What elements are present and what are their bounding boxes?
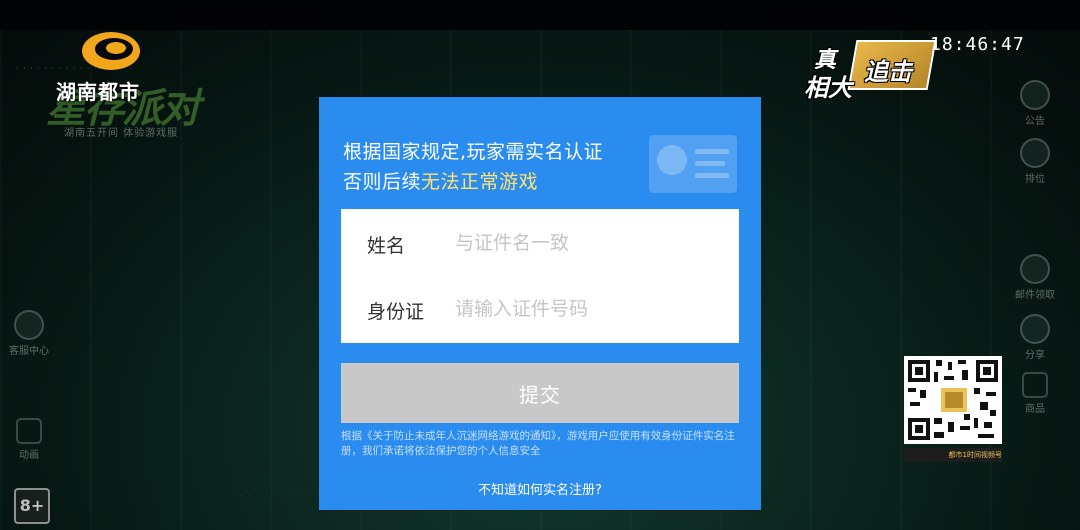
station-emblem-icon [82, 32, 140, 70]
rank-label: 排位 [1025, 174, 1045, 185]
verification-form: 姓名 身份证 [341, 209, 739, 343]
registration-help-link[interactable]: 不知道如何实名注册? [319, 479, 761, 498]
announcement-button[interactable]: 公告 [1010, 80, 1060, 127]
share-icon [1020, 314, 1050, 344]
id-card-portrait-icon [657, 145, 687, 175]
notice-line-2-prefix: 否则后续 [343, 171, 422, 193]
station-logo: 湖南都市 [56, 30, 196, 104]
animation-icon [16, 418, 42, 444]
show-logo-text-3: 追击 [864, 58, 912, 86]
customer-service-label: 客服中心 [9, 346, 49, 357]
show-logo: 真 相大 追击 [804, 24, 937, 102]
customer-service-icon [14, 310, 44, 340]
rank-button[interactable]: 排位 [1010, 138, 1060, 185]
name-label: 姓名 [367, 235, 406, 257]
qr-caption: 都市1时间视频号 [904, 448, 1002, 462]
game-subtitle: 湖南五开间 体验游戏服 [64, 128, 179, 139]
mail-label: 邮件领取 [1015, 290, 1055, 301]
animation-button[interactable]: 动画 [4, 418, 54, 461]
age-rating-badge: 8+ [14, 488, 50, 524]
name-input[interactable] [455, 225, 725, 261]
id-card-icon [649, 135, 737, 193]
qr-code-block: 都市1时间视频号 [904, 356, 1002, 462]
submit-button[interactable]: 提交 [341, 363, 739, 423]
notice-line-1: 根据国家规定,玩家需实名认证 [343, 141, 604, 163]
id-number-input[interactable] [455, 291, 725, 327]
animation-label: 动画 [19, 450, 39, 461]
name-row: 姓名 [341, 213, 739, 273]
show-logo-text-2: 相大 [804, 74, 852, 102]
shop-button[interactable]: 商品 [1010, 372, 1060, 415]
id-card-line [695, 173, 729, 178]
mail-button[interactable]: 邮件领取 [1010, 254, 1060, 301]
notice-highlight: 无法正常游戏 [421, 171, 539, 193]
announcement-label: 公告 [1025, 116, 1045, 127]
policy-notice: 根据《关于防止未成年人沉迷网络游戏的通知》，游戏用户应使用有效身份证件实名注册，… [341, 430, 735, 457]
share-label: 分享 [1025, 350, 1045, 361]
real-name-dialog: 根据国家规定,玩家需实名认证 否则后续无法正常游戏 姓名 身份证 提交 根据《关… [319, 97, 761, 510]
share-button[interactable]: 分享 [1010, 314, 1060, 361]
id-number-row: 身份证 [341, 279, 739, 339]
broadcast-clock: 18:46:47 [930, 34, 1025, 55]
mail-icon [1020, 254, 1050, 284]
qr-code-icon [904, 356, 1002, 444]
id-card-line [695, 161, 725, 166]
id-number-label: 身份证 [367, 301, 425, 323]
station-name: 湖南都市 [56, 80, 140, 104]
shop-label: 商品 [1025, 404, 1045, 415]
id-card-line [695, 149, 729, 154]
rank-icon [1020, 138, 1050, 168]
shop-icon [1022, 372, 1048, 398]
notice-line-2: 否则后续无法正常游戏 [343, 167, 538, 194]
customer-service-button[interactable]: 客服中心 [4, 310, 54, 357]
announcement-icon [1020, 80, 1050, 110]
